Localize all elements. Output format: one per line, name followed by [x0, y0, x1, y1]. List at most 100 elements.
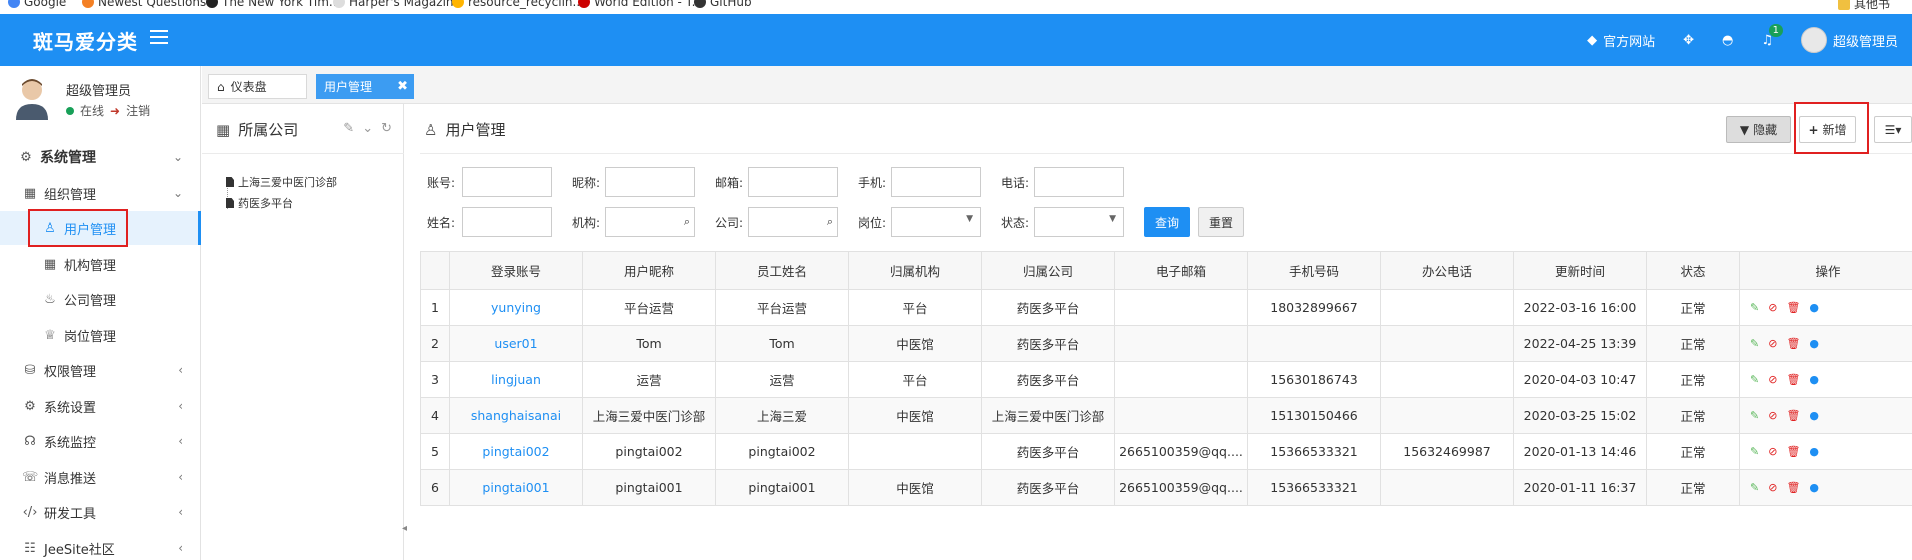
sidebar-item-push[interactable]: ☏ 消息推送 ‹: [0, 460, 201, 494]
table-row[interactable]: 3 lingjuan 运营 运营 平台 药医多平台 15630186743 2020-04-0…: [420, 361, 1912, 398]
col-nickname[interactable]: 用户昵称: [582, 251, 716, 290]
fullscreen-button[interactable]: ✥: [1669, 33, 1708, 48]
disable-icon[interactable]: ⊘: [1768, 445, 1777, 458]
more-icon[interactable]: ●: [1809, 481, 1819, 494]
more-icon[interactable]: ●: [1809, 373, 1819, 386]
cell-account[interactable]: yunying: [449, 289, 583, 326]
table-row[interactable]: 5 pingtai002 pingtai002 pingtai002 药医多平台 2665…: [420, 433, 1912, 470]
sidebar-item-post-mgmt[interactable]: ♕ 岗位管理: [0, 318, 201, 352]
sidebar-item-monitor[interactable]: ☊ 系统监控 ‹: [0, 424, 201, 458]
col-email[interactable]: 电子邮箱: [1114, 251, 1248, 290]
delete-icon[interactable]: 🗑: [1786, 481, 1800, 494]
bookmark-newest-questions[interactable]: Newest Questions...: [82, 0, 218, 9]
more-menu-button[interactable]: ☰▾: [1874, 116, 1912, 143]
sidebar-item-devtools[interactable]: ‹/› 研发工具 ‹: [0, 495, 201, 529]
cell-account[interactable]: lingjuan: [449, 361, 583, 398]
delete-icon[interactable]: 🗑: [1786, 337, 1800, 350]
cell-company: 药医多平台: [981, 361, 1115, 398]
table-row[interactable]: 4 shanghaisanai 上海三爱中医门诊部 上海三爱 中医馆 上海三爱中医门诊部 1…: [420, 397, 1912, 434]
sidebar-item-settings[interactable]: ⚙ 系统设置 ‹: [0, 389, 201, 423]
edit-icon[interactable]: ✎: [1750, 481, 1759, 494]
office-picker[interactable]: ⌕: [605, 207, 695, 237]
delete-icon[interactable]: 🗑: [1786, 301, 1800, 314]
hide-search-button[interactable]: ▼ 隐藏: [1726, 116, 1791, 143]
refresh-icon[interactable]: ↻: [381, 121, 392, 136]
col-updated[interactable]: 更新时间: [1513, 251, 1647, 290]
company-picker[interactable]: ⌕: [748, 207, 838, 237]
edit-icon[interactable]: ✎: [1750, 301, 1759, 314]
sidebar-item-community[interactable]: ☷ JeeSite社区 ‹: [0, 531, 201, 560]
disable-icon[interactable]: ⊘: [1768, 337, 1777, 350]
user-menu[interactable]: 超级管理员: [1787, 27, 1912, 53]
bookmark-resource[interactable]: resource_recyclin...: [452, 0, 584, 9]
bookmark-world-edition[interactable]: World Edition - T...: [578, 0, 703, 9]
col-office[interactable]: 归属机构: [848, 251, 982, 290]
sidebar-item-office-mgmt[interactable]: ▦ 机构管理: [0, 247, 201, 281]
logout-link[interactable]: 注销: [126, 102, 150, 119]
edit-icon[interactable]: ✎: [1750, 445, 1759, 458]
official-site-link[interactable]: ◆ 官方网站: [1573, 31, 1669, 50]
bookmark-other[interactable]: 其他书: [1838, 0, 1890, 12]
more-icon[interactable]: ●: [1809, 301, 1819, 314]
collapse-handle-icon[interactable]: ◂: [402, 523, 407, 534]
edit-icon[interactable]: ✎: [1750, 409, 1759, 422]
tree-node[interactable]: 上海三爱中医门诊部: [226, 174, 337, 190]
nickname-input[interactable]: [605, 167, 695, 197]
edit-icon[interactable]: ✎: [1750, 337, 1759, 350]
more-icon[interactable]: ●: [1809, 337, 1819, 350]
chevron-down-icon[interactable]: ⌄: [362, 121, 373, 136]
email-input[interactable]: [748, 167, 838, 197]
grid-icon: ▦: [23, 185, 37, 201]
mobile-input[interactable]: [891, 167, 981, 197]
sidebar-item-org[interactable]: ▦ 组织管理 ⌄: [0, 176, 201, 210]
phone-input[interactable]: [1034, 167, 1124, 197]
col-mobile[interactable]: 手机号码: [1247, 251, 1381, 290]
edit-icon[interactable]: ✎: [1750, 373, 1759, 386]
sidebar-item-perm[interactable]: ⛁ 权限管理 ‹: [0, 353, 201, 387]
col-phone[interactable]: 办公电话: [1380, 251, 1514, 290]
more-icon[interactable]: ●: [1809, 409, 1819, 422]
delete-icon[interactable]: 🗑: [1786, 445, 1800, 458]
col-account[interactable]: 登录账号: [449, 251, 583, 290]
cell-account[interactable]: pingtai001: [449, 469, 583, 506]
bookmark-github[interactable]: GitHub: [694, 0, 752, 9]
tab-user-mgmt[interactable]: 用户管理 ✖: [316, 74, 414, 99]
bookmark-harpers[interactable]: Harper's Magazine: [333, 0, 461, 9]
notification-button[interactable]: ♫ 1: [1747, 23, 1787, 48]
menu-toggle-icon[interactable]: [150, 30, 168, 48]
post-select[interactable]: ▼: [891, 207, 981, 237]
status-select[interactable]: ▼: [1034, 207, 1124, 237]
table-row[interactable]: 2 user01 Tom Tom 中医馆 药医多平台 2022-04-25 13:39 正常 ✎…: [420, 325, 1912, 362]
col-status[interactable]: 状态: [1646, 251, 1740, 290]
bookmark-nytimes[interactable]: The New York Tim...: [206, 0, 340, 9]
brand-logo[interactable]: 斑马爱分类: [33, 26, 138, 55]
account-input[interactable]: [462, 167, 552, 197]
edit-icon[interactable]: ✎: [343, 121, 354, 136]
table-row[interactable]: 1 yunying 平台运营 平台运营 平台 药医多平台 18032899667 2022-0…: [420, 289, 1912, 326]
sidebar-item-system[interactable]: ⚙ 系统管理 ⌄: [0, 140, 201, 174]
sidebar-item-company-mgmt[interactable]: ♨ 公司管理: [0, 282, 201, 316]
bookmark-google[interactable]: Google: [8, 0, 66, 9]
cell-account[interactable]: shanghaisanai: [449, 397, 583, 434]
search-icon[interactable]: ⌕: [684, 215, 690, 229]
col-company[interactable]: 归属公司: [981, 251, 1115, 290]
search-icon[interactable]: ⌕: [827, 215, 833, 229]
disable-icon[interactable]: ⊘: [1768, 373, 1777, 386]
name-input[interactable]: [462, 207, 552, 237]
col-name[interactable]: 员工姓名: [715, 251, 849, 290]
table-row[interactable]: 6 pingtai001 pingtai001 pingtai001 中医馆 药医多平台 2…: [420, 469, 1912, 506]
disable-icon[interactable]: ⊘: [1768, 409, 1777, 422]
query-button[interactable]: 查询: [1144, 207, 1190, 237]
cell-account[interactable]: pingtai002: [449, 433, 583, 470]
disable-icon[interactable]: ⊘: [1768, 481, 1777, 494]
tree-node[interactable]: 药医多平台: [226, 195, 293, 211]
dashboard-button[interactable]: ◓: [1708, 33, 1747, 48]
disable-icon[interactable]: ⊘: [1768, 301, 1777, 314]
tab-dashboard[interactable]: ⌂ 仪表盘: [208, 74, 307, 99]
delete-icon[interactable]: 🗑: [1786, 409, 1800, 422]
close-icon[interactable]: ✖: [397, 79, 408, 94]
more-icon[interactable]: ●: [1809, 445, 1819, 458]
reset-button[interactable]: 重置: [1198, 207, 1244, 237]
cell-account[interactable]: user01: [449, 325, 583, 362]
delete-icon[interactable]: 🗑: [1786, 373, 1800, 386]
